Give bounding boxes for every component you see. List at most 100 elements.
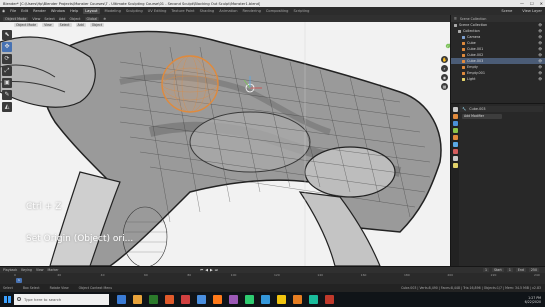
- viewport-nav-buttons: ✋ ⌕ ◉ ▦: [441, 56, 448, 90]
- taskbar-app-icon[interactable]: [229, 295, 238, 304]
- jump-end-icon[interactable]: ⏭: [215, 268, 218, 272]
- outliner-row-label: Cube.001: [467, 47, 484, 51]
- workspace-tab-compositing[interactable]: Compositing: [266, 9, 289, 13]
- viewport-add-menu[interactable]: Add: [75, 23, 86, 27]
- properties-tab-icon[interactable]: [452, 135, 458, 140]
- view-menu[interactable]: View: [32, 17, 40, 21]
- workspace-tab-shading[interactable]: Shading: [200, 9, 215, 13]
- menu-file[interactable]: File: [10, 9, 16, 13]
- taskbar-app-icon[interactable]: [261, 295, 270, 304]
- viewport-object-menu[interactable]: Object: [89, 23, 105, 27]
- taskbar-app-icon[interactable]: [309, 295, 318, 304]
- ortho-toggle-icon[interactable]: ▦: [441, 83, 448, 90]
- zoom-view-icon[interactable]: ⌕: [441, 65, 448, 72]
- properties-tab-icon[interactable]: [452, 149, 458, 154]
- taskbar-app-icon[interactable]: [117, 295, 126, 304]
- current-frame-field[interactable]: 1: [482, 268, 490, 272]
- timeline-menu-playback[interactable]: Playback: [3, 268, 17, 272]
- visibility-eye-icon[interactable]: 👁: [538, 65, 542, 69]
- outliner-tree: Scene Collection 👁 Collection 👁 Camera 👁 Cube 👁…: [451, 22, 545, 82]
- workspace-tab-texture-paint[interactable]: Texture Paint: [171, 9, 194, 13]
- properties-tab-icon[interactable]: [452, 107, 458, 112]
- close-button[interactable]: ✕: [540, 0, 543, 7]
- workspace-tab-scripting[interactable]: Scripting: [293, 9, 309, 13]
- camera-view-icon[interactable]: ◉: [441, 74, 448, 81]
- visibility-eye-icon[interactable]: 👁: [538, 59, 542, 63]
- visibility-eye-icon[interactable]: 👁: [538, 23, 542, 27]
- taskbar-app-icon[interactable]: [325, 295, 334, 304]
- workspace-tab-uv-editing[interactable]: UV Editing: [148, 9, 167, 13]
- menu-window[interactable]: Window: [51, 9, 65, 13]
- taskbar-app-icon[interactable]: [197, 295, 206, 304]
- workspace-tab-animation[interactable]: Animation: [219, 9, 237, 13]
- workspace-tab-sculpting[interactable]: Sculpting: [126, 9, 143, 13]
- menu-render[interactable]: Render: [33, 9, 46, 13]
- visibility-eye-icon[interactable]: 👁: [538, 47, 542, 51]
- scene-selector[interactable]: Scene: [501, 9, 512, 13]
- playhead[interactable]: 1: [16, 278, 22, 283]
- viewport-select-menu[interactable]: Select: [57, 23, 72, 27]
- workspace-tab-modeling[interactable]: Modeling: [105, 9, 121, 13]
- timeline-ruler[interactable]: 0 20 40 60 80 100 120 140 160 180 200 220 240: [0, 273, 545, 278]
- properties-tab-icon[interactable]: [452, 121, 458, 126]
- transform-tool-icon[interactable]: ▣: [2, 78, 12, 88]
- outliner-row[interactable]: Light 👁: [451, 76, 545, 82]
- taskbar-app-icon[interactable]: [149, 295, 158, 304]
- move-tool-icon[interactable]: ✥: [2, 42, 12, 52]
- workspace-tab-rendering[interactable]: Rendering: [243, 9, 261, 13]
- jump-start-icon[interactable]: ⏮: [200, 268, 203, 272]
- visibility-eye-icon[interactable]: 👁: [538, 41, 542, 45]
- visibility-eye-icon[interactable]: 👁: [538, 29, 542, 33]
- properties-tab-icon[interactable]: [452, 163, 458, 168]
- visibility-eye-icon[interactable]: 👁: [538, 53, 542, 57]
- start-button[interactable]: [0, 292, 14, 307]
- mode-dropdown[interactable]: Object Mode: [3, 16, 29, 21]
- start-frame-field[interactable]: 1: [506, 268, 513, 272]
- end-frame-field[interactable]: 250: [528, 268, 539, 272]
- viewport-view-menu[interactable]: View: [42, 23, 54, 27]
- maximize-button[interactable]: ☐: [530, 0, 534, 7]
- scale-tool-icon[interactable]: ⤢: [2, 66, 12, 76]
- taskbar-app-icon[interactable]: [133, 295, 142, 304]
- properties-tab-icon[interactable]: [452, 156, 458, 161]
- minimize-button[interactable]: —: [520, 0, 524, 7]
- taskbar-search[interactable]: Type here to search: [14, 294, 109, 305]
- menu-edit[interactable]: Edit: [21, 9, 28, 13]
- rotate-tool-icon[interactable]: ⟳: [2, 54, 12, 64]
- properties-tab-icon[interactable]: [452, 128, 458, 133]
- viewport-mode-dropdown[interactable]: Object Mode: [14, 23, 39, 27]
- measure-tool-icon[interactable]: ◭: [2, 102, 12, 112]
- taskbar-app-icon[interactable]: [245, 295, 254, 304]
- taskbar-app-icon[interactable]: [165, 295, 174, 304]
- pan-view-icon[interactable]: ✋: [441, 56, 448, 63]
- visibility-eye-icon[interactable]: 👁: [538, 71, 542, 75]
- object-menu[interactable]: Object: [69, 17, 80, 21]
- transform-pivot-icon[interactable]: ⊕: [103, 17, 106, 21]
- timeline-menu-marker[interactable]: Marker: [48, 268, 59, 272]
- properties-tab-icon[interactable]: [452, 114, 458, 119]
- system-tray[interactable]: 1:27 PM 6/22/2020: [525, 292, 541, 307]
- workspace-tab-layout[interactable]: Layout: [83, 8, 100, 14]
- select-menu[interactable]: Select: [44, 17, 54, 21]
- taskbar-app-icon[interactable]: [181, 295, 190, 304]
- blender-logo-icon[interactable]: ◉: [2, 9, 5, 13]
- visibility-eye-icon[interactable]: 👁: [538, 77, 542, 81]
- orientation-dropdown[interactable]: Global: [84, 16, 100, 21]
- annotate-tool-icon[interactable]: ✎: [2, 90, 12, 100]
- add-modifier-button[interactable]: Add Modifier: [462, 114, 502, 119]
- add-menu[interactable]: Add: [59, 17, 66, 21]
- play-reverse-icon[interactable]: ◀: [205, 268, 208, 272]
- timeline-menu-keying[interactable]: Keying: [21, 268, 32, 272]
- select-box-tool-icon[interactable]: ⬉: [2, 30, 12, 40]
- taskbar-app-icon[interactable]: [277, 295, 286, 304]
- outliner-filter-icon[interactable]: ☰: [454, 17, 457, 21]
- properties-tab-icon[interactable]: [452, 142, 458, 147]
- timeline-menu-view[interactable]: View: [36, 268, 44, 272]
- 3d-viewport[interactable]: Object Mode View Select Add Object ⬉ ✥ ⟳…: [0, 22, 450, 266]
- menu-help[interactable]: Help: [70, 9, 78, 13]
- taskbar-app-icon[interactable]: [213, 295, 222, 304]
- view-layer-selector[interactable]: View Layer: [522, 9, 542, 13]
- taskbar-app-icon[interactable]: [293, 295, 302, 304]
- visibility-eye-icon[interactable]: 👁: [538, 35, 542, 39]
- play-icon[interactable]: ▶: [210, 268, 213, 272]
